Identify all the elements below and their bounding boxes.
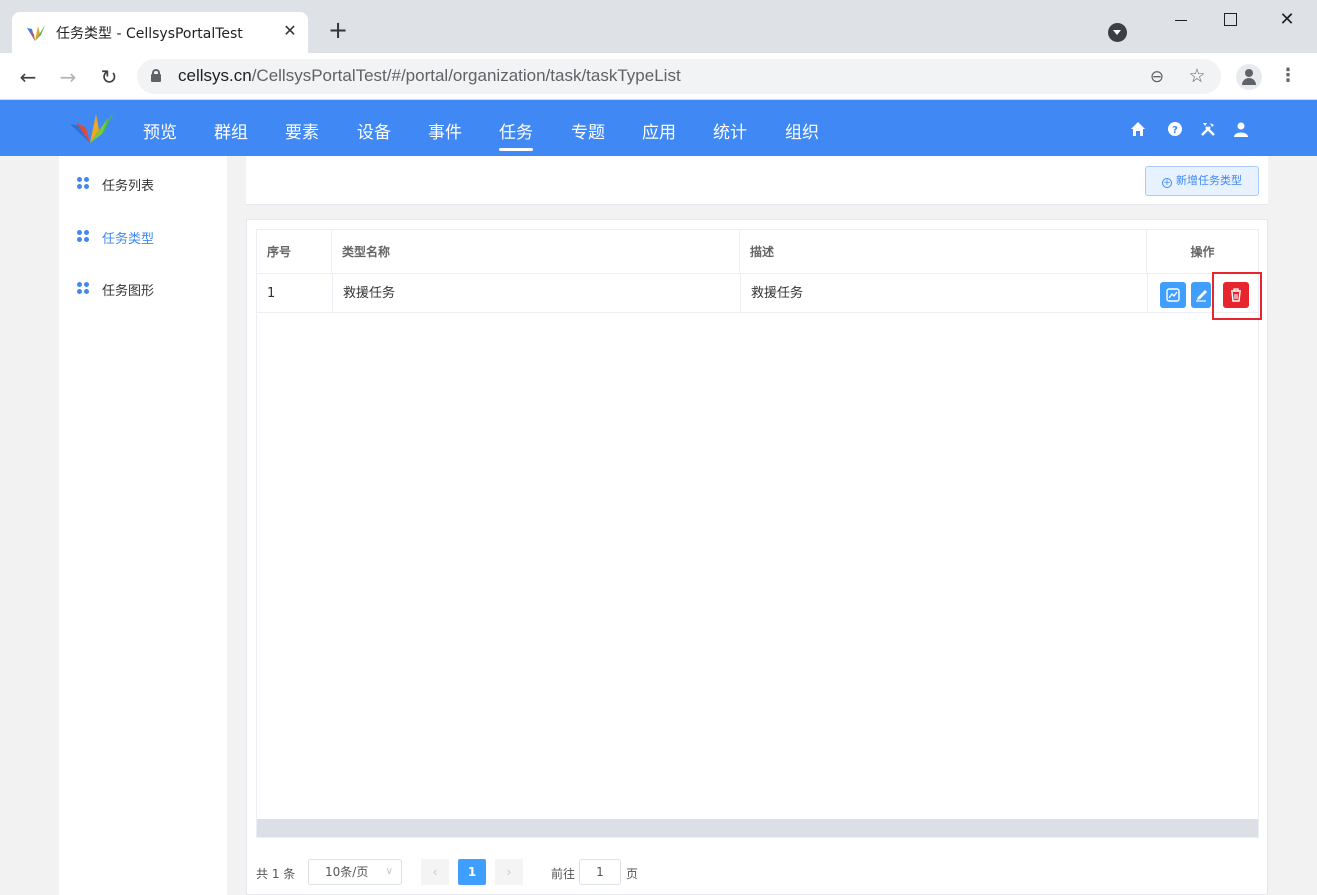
nav-events[interactable]: 事件 — [428, 118, 462, 143]
new-tab-icon[interactable]: + — [326, 18, 350, 42]
grid-icon — [77, 282, 90, 295]
nav-organization[interactable]: 组织 — [785, 118, 819, 143]
reload-icon[interactable]: ↻ — [97, 65, 121, 89]
bookmark-star-icon[interactable]: ☆ — [1186, 65, 1208, 87]
lock-icon[interactable] — [151, 69, 161, 82]
column-header-name: 类型名称 — [332, 230, 740, 274]
task-type-table: 序号 类型名称 描述 操作 1 救援任务 救援任务 — [256, 229, 1262, 838]
cell-index: 1 — [257, 274, 333, 313]
user-icon[interactable] — [1233, 121, 1249, 137]
nav-topics[interactable]: 专题 — [571, 118, 605, 143]
goto-label: 前往 — [551, 867, 576, 881]
nav-statistics[interactable]: 统计 — [713, 118, 747, 143]
browser-tab-bar: 任务类型 - CellsysPortalTest ✕ + ✕ — [0, 0, 1317, 53]
goto-page-input[interactable]: 1 — [579, 859, 621, 885]
account-icon[interactable] — [1236, 64, 1262, 90]
browser-tab[interactable]: 任务类型 - CellsysPortalTest ✕ — [12, 12, 308, 53]
highlight-box — [1212, 272, 1262, 320]
horizontal-scrollbar[interactable] — [257, 819, 1258, 837]
toolbar-panel: + 新增任务类型 — [246, 156, 1268, 205]
window-close-icon[interactable]: ✕ — [1275, 8, 1299, 32]
nav-elements[interactable]: 要素 — [285, 118, 319, 143]
sidebar: 任务列表 任务类型 任务图形 — [59, 156, 227, 895]
nav-apps[interactable]: 应用 — [642, 118, 676, 143]
view-shape-button[interactable] — [1160, 282, 1186, 308]
prev-page-button[interactable]: ‹ — [421, 859, 449, 885]
svg-text:?: ? — [1172, 125, 1178, 136]
nav-preview[interactable]: 预览 — [143, 118, 177, 143]
table-panel: 序号 类型名称 描述 操作 1 救援任务 救援任务 共 1 条 10条/页 ∨ … — [246, 219, 1268, 895]
nav-tasks[interactable]: 任务 — [499, 118, 533, 151]
app-favicon-icon — [27, 25, 45, 41]
maximize-icon[interactable] — [1218, 8, 1242, 32]
table-row: 1 救援任务 救援任务 — [257, 274, 1258, 313]
nav-devices[interactable]: 设备 — [357, 118, 391, 143]
app-logo-icon[interactable] — [68, 110, 116, 146]
forward-arrow-icon[interactable]: → — [56, 65, 80, 89]
next-page-button[interactable]: › — [495, 859, 523, 885]
app-header: 预览 群组 要素 设备 事件 任务 专题 应用 统计 组织 ? — [0, 100, 1317, 156]
add-task-type-button[interactable]: + 新增任务类型 — [1145, 166, 1259, 196]
browser-menu-icon[interactable]: ⋮ — [1278, 64, 1298, 88]
sidebar-item-label: 任务图形 — [102, 284, 155, 299]
page-number-button[interactable]: 1 — [458, 859, 486, 885]
edit-pencil-icon — [1196, 290, 1207, 302]
nav-groups[interactable]: 群组 — [214, 118, 248, 143]
minimize-icon[interactable] — [1170, 8, 1194, 32]
back-arrow-icon[interactable]: ← — [16, 65, 40, 89]
sidebar-item-label: 任务类型 — [102, 232, 155, 247]
help-icon[interactable]: ? — [1167, 121, 1183, 137]
plus-circle-icon: + — [1162, 178, 1172, 188]
table-header: 序号 类型名称 描述 操作 — [257, 230, 1258, 274]
grid-icon — [77, 177, 90, 190]
column-header-index: 序号 — [257, 230, 332, 274]
column-header-description: 描述 — [740, 230, 1147, 274]
cell-description: 救援任务 — [741, 274, 1148, 313]
tab-search-icon[interactable] — [1108, 23, 1127, 42]
page-unit-label: 页 — [626, 867, 639, 881]
close-tab-icon[interactable]: ✕ — [280, 21, 300, 41]
browser-toolbar: ← → ↻ cellsys.cn/CellsysPortalTest/#/por… — [0, 53, 1317, 100]
tools-icon[interactable] — [1200, 121, 1216, 137]
sidebar-item-label: 任务列表 — [102, 179, 155, 194]
chevron-down-icon: ∨ — [385, 866, 393, 877]
address-bar[interactable]: cellsys.cn/CellsysPortalTest/#/portal/or… — [137, 59, 1221, 94]
home-icon[interactable] — [1130, 121, 1146, 137]
grid-icon — [77, 230, 90, 243]
url-text[interactable]: cellsys.cn/CellsysPortalTest/#/portal/or… — [178, 66, 681, 86]
tab-title: 任务类型 - CellsysPortalTest — [56, 26, 243, 42]
image-icon — [1166, 288, 1180, 302]
edit-button[interactable] — [1191, 282, 1211, 308]
cell-name: 救援任务 — [333, 274, 741, 313]
column-header-actions: 操作 — [1190, 245, 1215, 259]
page-size-select[interactable]: 10条/页 ∨ — [308, 859, 402, 885]
page-size-value: 10条/页 — [325, 865, 369, 879]
zoom-icon[interactable]: ⊖ — [1146, 66, 1168, 88]
total-count: 共 1 条 — [256, 867, 296, 881]
